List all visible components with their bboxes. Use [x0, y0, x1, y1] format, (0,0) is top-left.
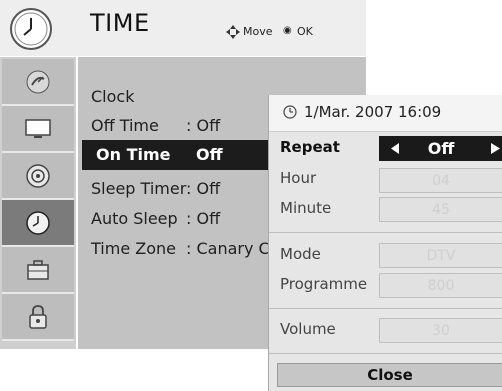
- move-arrows-icon: [226, 25, 240, 39]
- arrow-right-icon[interactable]: [491, 143, 500, 154]
- menu-item-clock[interactable]: Clock: [91, 87, 134, 106]
- volume-field[interactable]: 30: [379, 318, 502, 343]
- page-title: TIME: [90, 9, 150, 37]
- sidebar-item-audio[interactable]: [2, 153, 74, 200]
- arrow-left-icon[interactable]: [391, 143, 400, 154]
- minute-label: Minute: [280, 199, 332, 217]
- menu-item-off-time[interactable]: Off Time : Off: [91, 116, 220, 135]
- sidebar-item-picture[interactable]: [2, 106, 74, 153]
- repeat-value: Off: [427, 139, 455, 158]
- popup-divider: [269, 353, 502, 354]
- lock-icon: [29, 304, 47, 329]
- current-datetime: 1/Mar. 2007 16:09: [304, 103, 442, 121]
- menu-item-value: : Off: [186, 209, 221, 228]
- programme-label: Programme: [280, 275, 368, 293]
- popup-divider: [269, 308, 502, 309]
- menu-item-on-time-label: On Time: [96, 145, 171, 164]
- clock-icon: [26, 210, 50, 235]
- menu-item-label: Off Time: [91, 116, 159, 135]
- sidebar-item-time[interactable]: [2, 200, 74, 247]
- close-button[interactable]: Close: [277, 363, 502, 387]
- popup-divider: [269, 232, 502, 233]
- menu-item-sleep-timer[interactable]: Sleep Timer : Off: [91, 179, 220, 198]
- ok-button-icon: ◉: [283, 25, 292, 36]
- category-sidebar: [0, 57, 76, 349]
- mode-field[interactable]: DTV: [379, 243, 502, 268]
- ok-hint-label: OK: [297, 25, 313, 38]
- menu-item-label: Auto Sleep: [91, 209, 178, 228]
- menu-item-label: Time Zone: [91, 239, 176, 258]
- sidebar-item-setup[interactable]: [2, 59, 74, 106]
- menu-item-time-zone[interactable]: Time Zone : Canary C: [91, 239, 270, 258]
- move-hint-label: Move: [243, 25, 273, 38]
- mode-label: Mode: [280, 245, 321, 263]
- hour-label: Hour: [280, 169, 317, 187]
- satellite-dish-icon: [26, 70, 50, 93]
- programme-field[interactable]: 800: [379, 273, 502, 298]
- menu-item-value: : Canary C: [186, 239, 270, 258]
- on-time-popup: 1/Mar. 2007 16:09 Repeat Off Hour 04 Min…: [268, 95, 502, 391]
- clock-icon: [283, 105, 297, 119]
- speaker-icon: [26, 163, 50, 188]
- menu-item-value: : Off: [186, 179, 221, 198]
- volume-label: Volume: [280, 320, 336, 338]
- sidebar-item-lock[interactable]: [2, 294, 74, 341]
- menu-item-label: Sleep Timer: [91, 179, 187, 198]
- repeat-label: Repeat: [280, 138, 340, 156]
- sidebar-item-option[interactable]: [2, 247, 74, 294]
- hour-field[interactable]: 04: [379, 168, 502, 193]
- minute-field[interactable]: 45: [379, 197, 502, 222]
- briefcase-icon: [27, 259, 49, 280]
- menu-item-label: Clock: [91, 87, 135, 106]
- clock-icon: [10, 8, 52, 50]
- menu-item-value: : Off: [186, 116, 221, 135]
- monitor-icon: [25, 118, 51, 138]
- menu-item-auto-sleep[interactable]: Auto Sleep : Off: [91, 209, 220, 228]
- menu-item-on-time-value: Off: [196, 145, 223, 164]
